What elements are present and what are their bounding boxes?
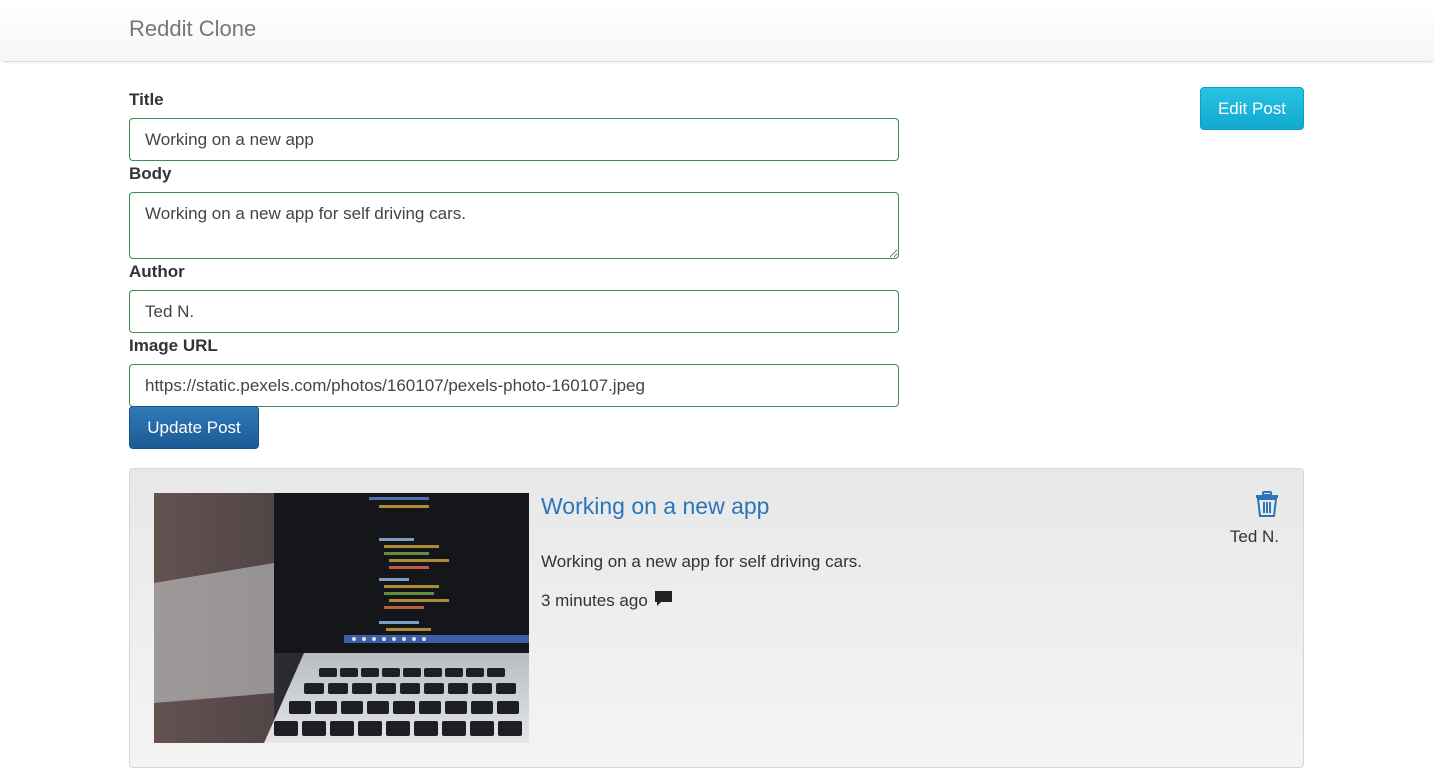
image-url-label: Image URL (129, 336, 218, 355)
post-author: Ted N. (1229, 527, 1279, 546)
post-image (154, 493, 529, 743)
navbar: Reddit Clone (0, 0, 1434, 62)
post-meta: 3 minutes ago (541, 590, 673, 612)
post-body: Working on a new app for self driving ca… (541, 552, 862, 571)
title-input[interactable] (129, 118, 899, 161)
comment-icon[interactable] (654, 590, 673, 612)
post-timestamp: 3 minutes ago (541, 591, 648, 610)
image-url-input[interactable] (129, 364, 899, 407)
author-label: Author (129, 262, 185, 281)
brand-link[interactable]: Reddit Clone (129, 16, 256, 42)
post-card: Working on a new app Ted N. Working on a… (129, 468, 1304, 768)
post-title-link[interactable]: Working on a new app (541, 493, 769, 520)
body-textarea[interactable]: Working on a new app for self driving ca… (129, 192, 899, 259)
title-label: Title (129, 90, 164, 109)
update-post-button[interactable]: Update Post (129, 406, 259, 449)
author-input[interactable] (129, 290, 899, 333)
trash-icon[interactable] (1255, 491, 1279, 517)
body-label: Body (129, 164, 172, 183)
edit-post-button[interactable]: Edit Post (1200, 87, 1304, 130)
